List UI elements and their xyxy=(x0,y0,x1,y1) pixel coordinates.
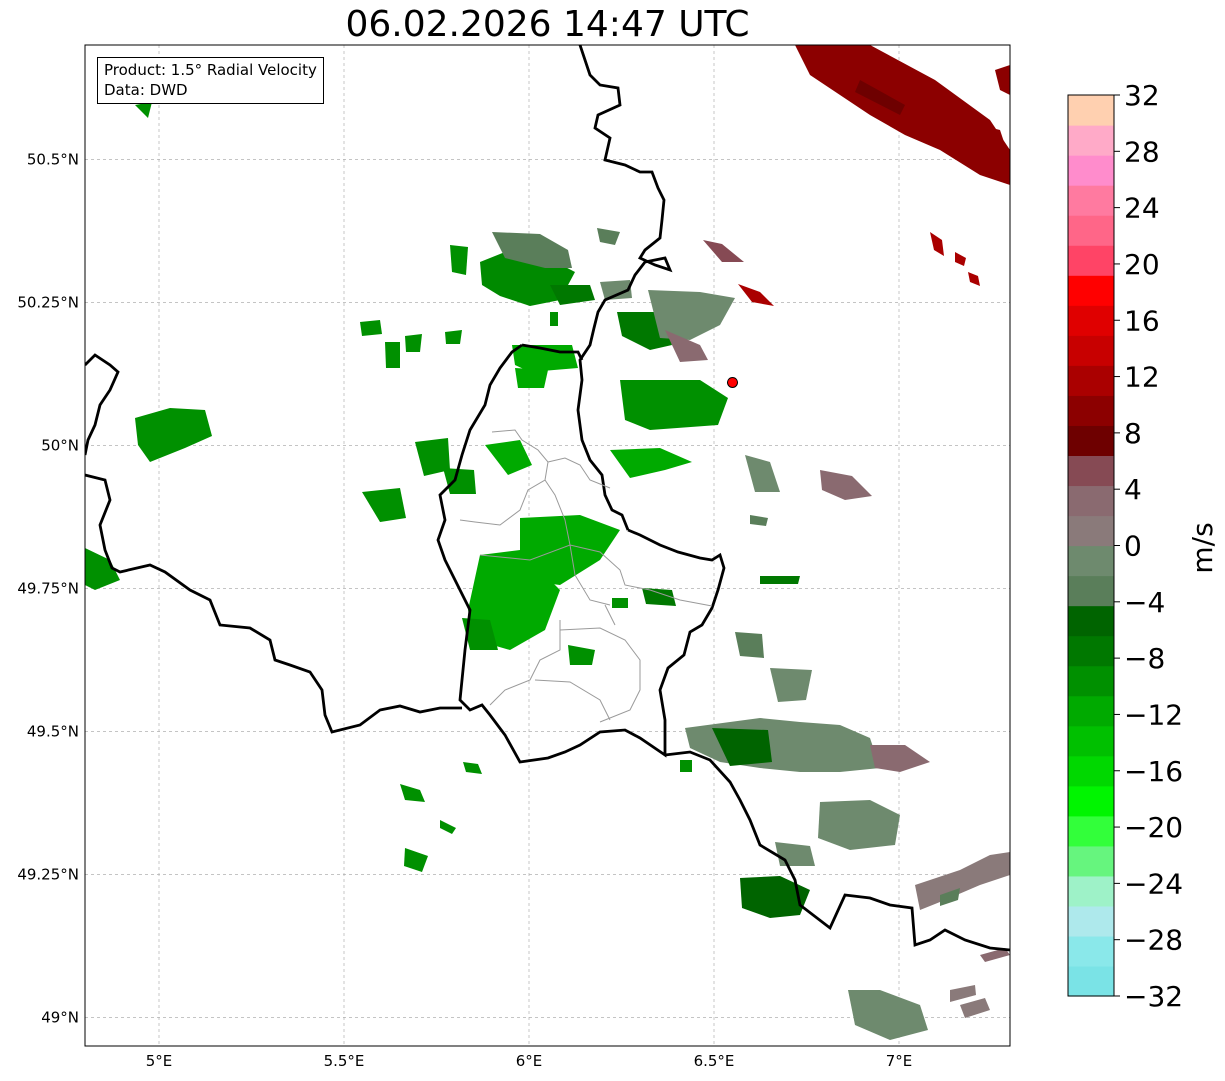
colorbar-segment xyxy=(1068,335,1114,366)
colorbar-segment xyxy=(1068,845,1114,877)
x-tick-label: 5°E xyxy=(146,1052,173,1070)
colorbar-segment xyxy=(1068,785,1114,817)
colorbar-tick-label: −8 xyxy=(1124,642,1165,675)
colorbar-segment xyxy=(1068,155,1114,186)
x-tick-label: 6.5°E xyxy=(694,1052,735,1070)
y-tick-label: 50.25°N xyxy=(17,293,79,311)
colorbar-segment xyxy=(1068,875,1114,907)
colorbar-segment xyxy=(1068,905,1114,937)
colorbar-tick-label: −24 xyxy=(1124,867,1183,900)
colorbar-tick-label: 4 xyxy=(1124,473,1142,506)
colorbar-segment xyxy=(1068,965,1114,997)
colorbar-segment xyxy=(1068,425,1114,456)
colorbar-tick-label: 12 xyxy=(1124,361,1160,394)
colorbar-segment xyxy=(1068,695,1114,727)
x-tick-label: 5.5°E xyxy=(324,1052,365,1070)
colorbar: 32 28 24 20 16 12 8 4 0 −4 −8 −12 −16 −20 −24 −28 −32 xyxy=(1067,79,1183,1013)
colorbar-tick-label: −4 xyxy=(1124,586,1165,619)
x-tick-label: 6°E xyxy=(516,1052,543,1070)
y-tick-label: 49.25°N xyxy=(17,865,79,883)
colorbar-tick-label: −20 xyxy=(1124,811,1183,844)
colorbar-segment xyxy=(1068,935,1114,967)
data-source-text: Data: DWD xyxy=(104,81,188,99)
colorbar-tick-label: −32 xyxy=(1124,980,1183,1013)
product-text: Product: 1.5° Radial Velocity xyxy=(104,61,317,79)
colorbar-segment xyxy=(1068,545,1114,577)
colorbar-tick-label: 0 xyxy=(1124,530,1142,563)
colorbar-segment xyxy=(1068,755,1114,787)
x-tick-label: 7°E xyxy=(886,1052,913,1070)
colorbar-tick-label: 16 xyxy=(1124,304,1160,337)
colorbar-segment xyxy=(1068,395,1114,426)
colorbar-segment xyxy=(1068,185,1114,216)
colorbar-tick-label: −16 xyxy=(1124,755,1183,788)
colorbar-segment xyxy=(1068,515,1114,547)
colorbar-segment xyxy=(1068,725,1114,757)
colorbar-tick-label: 20 xyxy=(1124,248,1160,281)
colorbar-segment xyxy=(1068,815,1114,847)
colorbar-segment xyxy=(1068,365,1114,396)
colorbar-tick-label: −12 xyxy=(1124,698,1183,731)
y-tick-label: 50°N xyxy=(41,436,79,454)
y-tick-label: 50.5°N xyxy=(27,150,79,168)
y-tick-label: 49°N xyxy=(41,1008,79,1026)
colorbar-segment xyxy=(1068,125,1114,156)
colorbar-segment xyxy=(1068,575,1114,607)
colorbar-label: m/s xyxy=(1186,522,1219,573)
radar-map: 5°E 5.5°E 6°E 6.5°E 7°E 50.5°N 50.25°N 50°N 49.7… xyxy=(17,44,1219,1070)
colorbar-segment xyxy=(1068,635,1114,667)
radar-site-marker xyxy=(727,376,738,388)
colorbar-segment xyxy=(1068,215,1114,246)
y-tick-label: 49.75°N xyxy=(17,579,79,597)
colorbar-segment xyxy=(1068,305,1114,336)
colorbar-segment xyxy=(1068,95,1114,126)
product-info-box: Product: 1.5° Radial Velocity Data: DWD xyxy=(97,57,324,104)
colorbar-tick-label: 32 xyxy=(1124,79,1160,112)
colorbar-segment xyxy=(1068,665,1114,697)
colorbar-segment xyxy=(1068,245,1114,276)
colorbar-tick-label: 28 xyxy=(1124,135,1160,168)
colorbar-segment xyxy=(1068,275,1114,306)
colorbar-tick-label: 8 xyxy=(1124,417,1142,450)
colorbar-tick-label: −28 xyxy=(1124,924,1183,957)
colorbar-segment xyxy=(1068,485,1114,517)
colorbar-segment xyxy=(1068,605,1114,637)
colorbar-tick-label: 24 xyxy=(1124,192,1160,225)
radar-site-dot xyxy=(727,376,738,388)
y-tick-label: 49.5°N xyxy=(27,722,79,740)
colorbar-segment xyxy=(1068,455,1114,487)
